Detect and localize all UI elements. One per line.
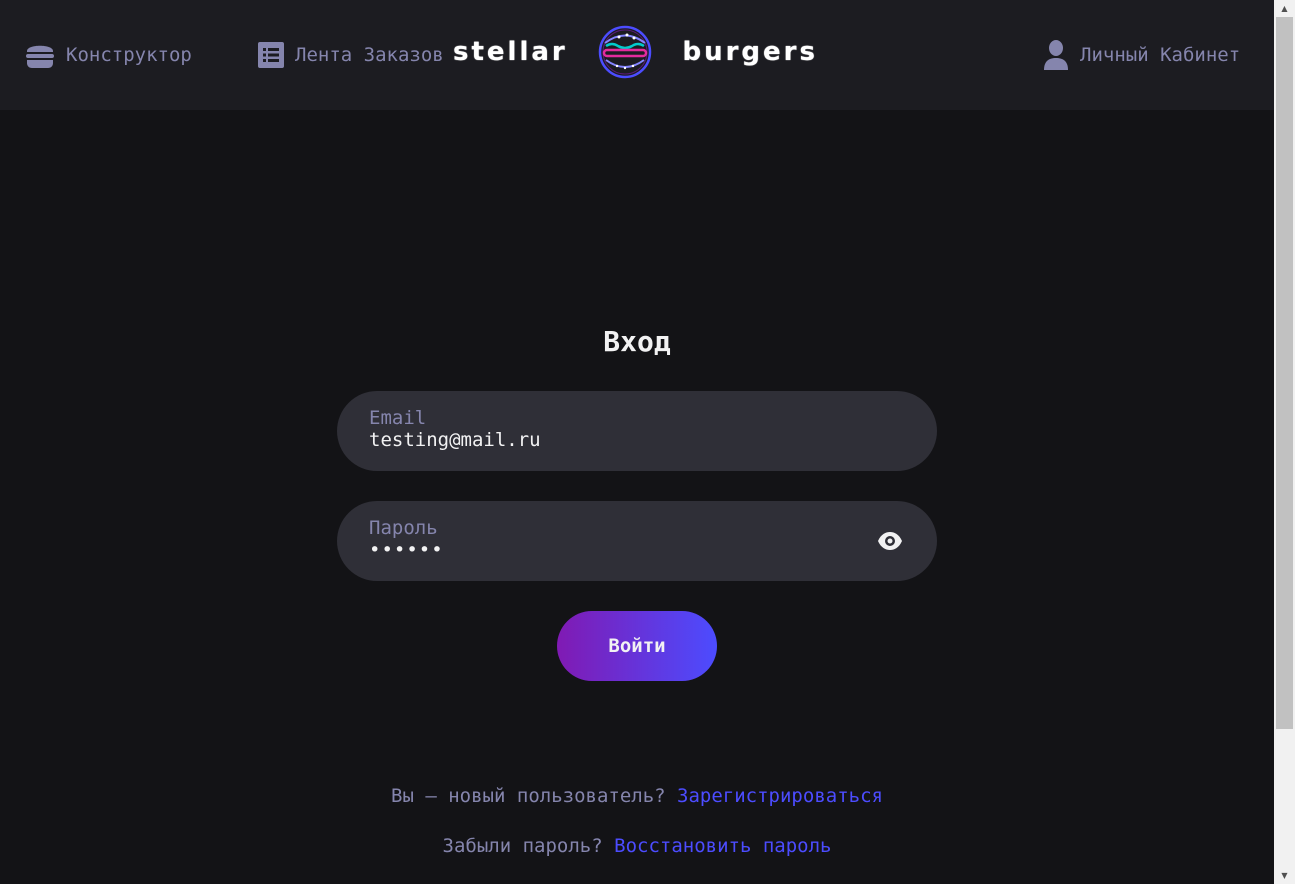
- password-input[interactable]: ••••••: [369, 539, 849, 561]
- burger-icon: [24, 40, 56, 70]
- logo-word-left: stellar: [453, 37, 568, 67]
- vertical-scrollbar[interactable]: ▲ ▼: [1274, 0, 1295, 884]
- email-input[interactable]: [369, 429, 849, 451]
- logo-word-right: burgers: [682, 37, 818, 67]
- neon-burger-logo-icon: [597, 22, 653, 82]
- restore-hint-text: Забыли пароль?: [442, 835, 603, 857]
- register-hint-text: Вы — новый пользователь?: [391, 785, 666, 807]
- eye-icon[interactable]: [877, 529, 903, 553]
- password-field-label: Пароль: [369, 517, 438, 539]
- profile-icon: [1042, 39, 1070, 71]
- scroll-down-arrow-icon[interactable]: ▼: [1274, 867, 1295, 884]
- nav-profile-label: Личный Кабинет: [1080, 44, 1241, 66]
- email-field[interactable]: Email: [337, 391, 937, 471]
- scrollbar-thumb[interactable]: [1276, 17, 1293, 729]
- restore-password-link[interactable]: Восстановить пароль: [614, 835, 831, 857]
- email-field-label: Email: [369, 407, 427, 429]
- register-hint: Вы — новый пользователь? Зарегистрироват…: [0, 785, 1274, 807]
- logo[interactable]: stellar burgers: [453, 22, 818, 82]
- app-header: Конструктор Лента Заказов stellar burger…: [0, 0, 1274, 110]
- page-title: Вход: [603, 325, 671, 358]
- nav-profile[interactable]: Личный Кабинет: [1042, 38, 1240, 72]
- nav-constructor[interactable]: Конструктор: [24, 38, 192, 72]
- list-icon: [257, 41, 285, 69]
- password-field[interactable]: Пароль ••••••: [337, 501, 937, 581]
- login-button[interactable]: Войти: [557, 611, 717, 681]
- nav-order-feed[interactable]: Лента Заказов: [257, 38, 444, 72]
- nav-order-feed-label: Лента Заказов: [295, 44, 444, 66]
- scroll-up-arrow-icon[interactable]: ▲: [1274, 0, 1295, 17]
- nav-constructor-label: Конструктор: [66, 44, 192, 66]
- register-link[interactable]: Зарегистрироваться: [677, 785, 883, 807]
- restore-hint: Забыли пароль? Восстановить пароль: [0, 835, 1274, 857]
